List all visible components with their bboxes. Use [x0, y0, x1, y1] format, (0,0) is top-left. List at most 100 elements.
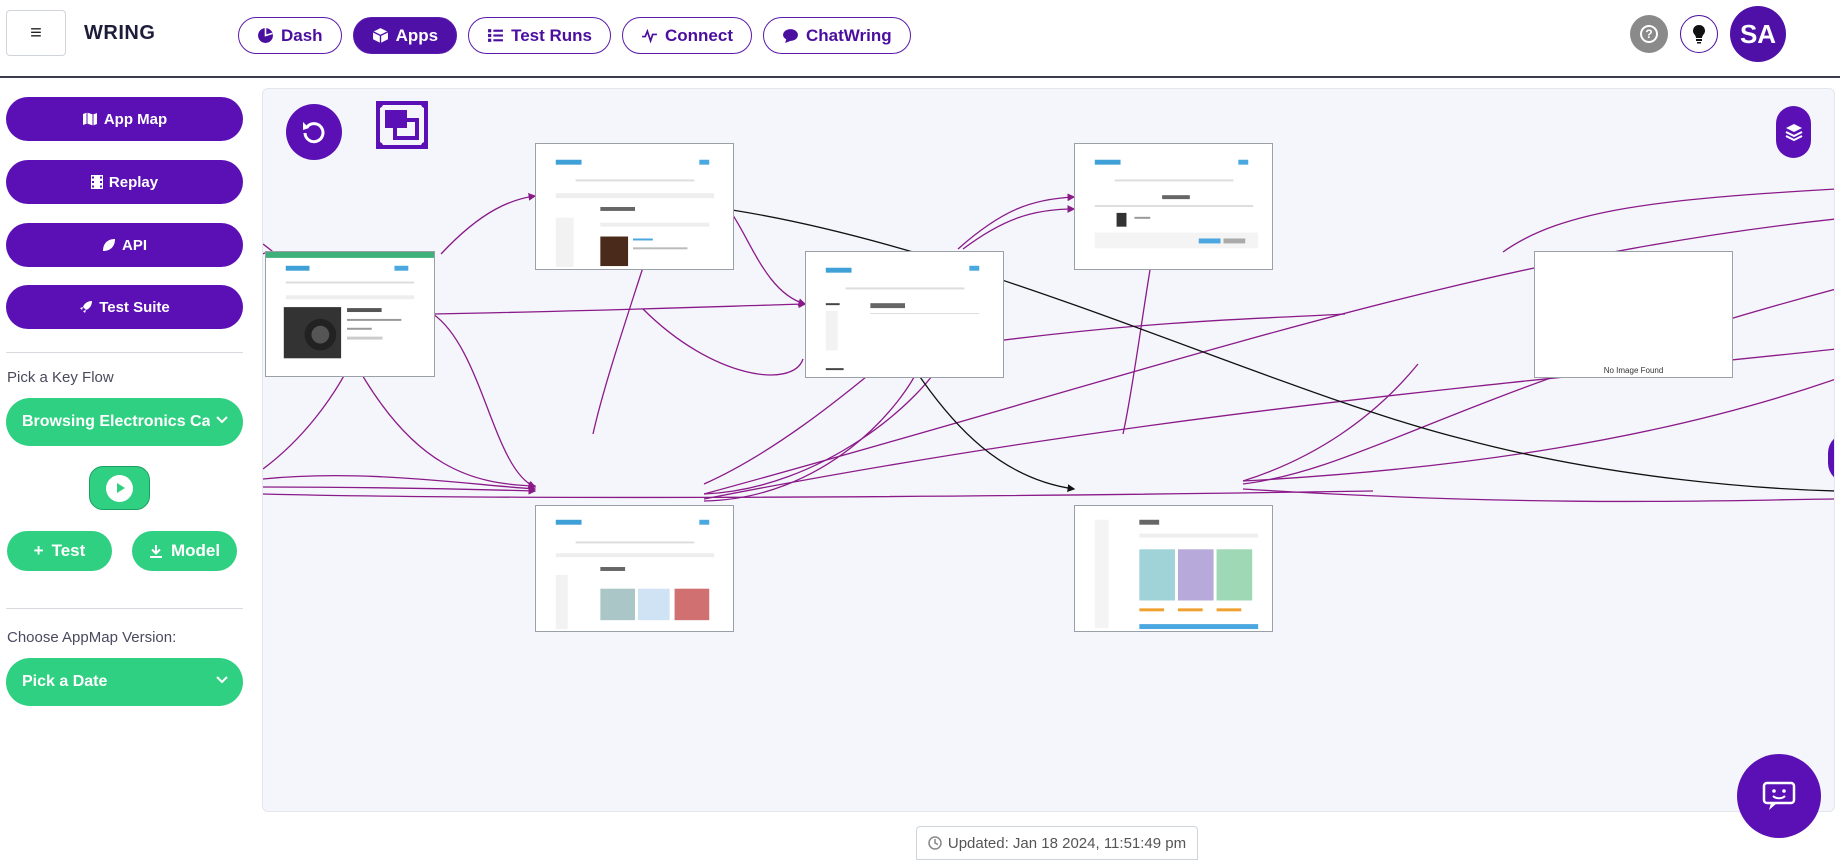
flow-edge: [352, 358, 537, 490]
add-test-label: Test: [51, 541, 86, 560]
version-value: Pick a Date: [22, 673, 108, 690]
play-flow-button[interactable]: [89, 466, 150, 510]
flow-edge: [263, 486, 537, 495]
flow-edge: [263, 490, 1374, 499]
flow-edge: [592, 251, 649, 435]
rocket-icon: [80, 301, 93, 313]
chat-bot-icon: [1762, 781, 1796, 810]
chevron-down-icon: [216, 676, 228, 684]
page-thumbnail: [1094, 519, 1259, 630]
nav-apps-button[interactable]: Apps: [352, 17, 458, 54]
flow-edge: [440, 193, 537, 255]
model-label: Model: [170, 541, 221, 560]
film-icon: [90, 175, 103, 189]
flow-edge: [957, 193, 1076, 250]
pie-chart-icon: [258, 28, 273, 43]
lightbulb-icon: [1693, 25, 1705, 44]
test-suite-button[interactable]: Test Suite: [6, 285, 243, 329]
replay-button[interactable]: Replay: [6, 160, 243, 204]
sidebar-divider-2: [6, 608, 243, 609]
api-button[interactable]: API: [6, 223, 243, 267]
nav-chatwring-label: ChatWring: [806, 25, 892, 45]
plus-icon: +: [33, 541, 44, 560]
flow-edge: [962, 205, 1076, 250]
chat-support-button[interactable]: [1737, 754, 1821, 838]
refresh-icon: [303, 122, 325, 144]
flow-edge: [432, 313, 537, 489]
sidebar: App Map Replay API Test Suite Pick a Key…: [0, 80, 254, 860]
map-icon: [82, 112, 97, 126]
replay-label: Replay: [108, 173, 159, 191]
no-image-label: No Image Found: [1603, 366, 1664, 375]
flow-edge: [703, 358, 944, 495]
flow-edges: [263, 182, 1834, 503]
key-flow-label: Pick a Key Flow: [7, 369, 114, 386]
nav-apps-label: Apps: [395, 25, 439, 45]
app-map-button[interactable]: App Map: [6, 97, 243, 141]
nav-chatwring-button[interactable]: ChatWring: [763, 17, 911, 54]
fit-view-button[interactable]: [375, 100, 429, 150]
flow-node-desktops-page[interactable]: [535, 505, 734, 632]
flow-node-category-page[interactable]: [805, 251, 1004, 378]
cube-icon: [372, 28, 388, 43]
last-updated-badge: Updated: Jan 18 2024, 11:51:49 pm: [916, 826, 1198, 860]
flow-edge: [1122, 251, 1154, 435]
flow-node-shopping-cart[interactable]: [1074, 143, 1273, 270]
user-avatar[interactable]: SA: [1730, 6, 1786, 62]
api-label: API: [121, 236, 147, 254]
nav-test-runs-button[interactable]: Test Runs: [468, 17, 611, 54]
chat-bubble-icon: [783, 29, 798, 43]
flow-edge: [907, 358, 1076, 492]
add-test-button[interactable]: + Test: [7, 531, 112, 571]
main-nav: Dash Apps Test Runs Connect ChatWring: [238, 17, 911, 54]
nav-connect-button[interactable]: Connect: [622, 17, 752, 54]
flow-node-no-image[interactable]: No Image Found: [1534, 251, 1733, 378]
last-updated-text: Updated: Jan 18 2024, 11:51:49 pm: [947, 834, 1187, 852]
leaf-icon: [102, 239, 115, 251]
nav-dash-label: Dash: [281, 25, 323, 45]
flow-edge: [1242, 363, 1419, 482]
idea-button[interactable]: [1680, 15, 1718, 53]
page-thumbnail: [555, 159, 715, 268]
nav-connect-label: Connect: [665, 25, 733, 45]
hamburger-icon: ≡: [30, 21, 42, 44]
key-flow-value: Browsing Electronics Ca: [22, 413, 210, 430]
page-thumbnail: [266, 252, 434, 359]
flow-edge: [642, 308, 804, 376]
page-thumbnail: [555, 519, 715, 630]
app-map-label: App Map: [103, 110, 168, 128]
nav-dash-button[interactable]: Dash: [238, 17, 342, 54]
help-icon: ?: [1640, 25, 1658, 43]
sidebar-divider: [6, 352, 243, 353]
play-icon: [116, 483, 125, 493]
hamburger-menu-button[interactable]: ≡: [6, 10, 66, 56]
download-model-button[interactable]: Model: [132, 531, 237, 571]
layers-icon: [1785, 124, 1802, 142]
flow-edge: [432, 300, 807, 315]
pulse-icon: [642, 28, 657, 44]
clock-icon: [928, 836, 942, 850]
download-icon: [149, 545, 162, 558]
flow-edge: [972, 313, 1346, 345]
flow-node-product-page[interactable]: [265, 251, 435, 377]
brand-title: WRING: [84, 22, 156, 44]
flow-edge: [1242, 488, 1834, 503]
layers-button[interactable]: [1776, 106, 1811, 158]
list-icon: [488, 29, 504, 42]
chevron-down-icon: [216, 416, 228, 424]
flow-edge: [1242, 378, 1834, 482]
test-suite-label: Test Suite: [99, 298, 170, 316]
flow-node-digital-cameras[interactable]: [535, 143, 734, 270]
flow-edge: [703, 358, 924, 502]
fit-screen-icon: [375, 100, 429, 150]
help-button[interactable]: ?: [1630, 15, 1668, 53]
flow-node-phones-page[interactable]: [1074, 505, 1273, 632]
page-thumbnail: [825, 265, 980, 371]
reset-layout-button[interactable]: [286, 104, 342, 160]
page-thumbnail: [1094, 159, 1259, 249]
version-date-select[interactable]: Pick a Date: [6, 658, 243, 706]
nav-test-runs-label: Test Runs: [511, 25, 592, 45]
app-map-canvas[interactable]: No Image Found: [262, 88, 1835, 812]
key-flow-select[interactable]: Browsing Electronics Ca: [6, 398, 243, 446]
top-bar: ≡ WRING Dash Apps Test Runs Connect Chat…: [0, 0, 1840, 78]
